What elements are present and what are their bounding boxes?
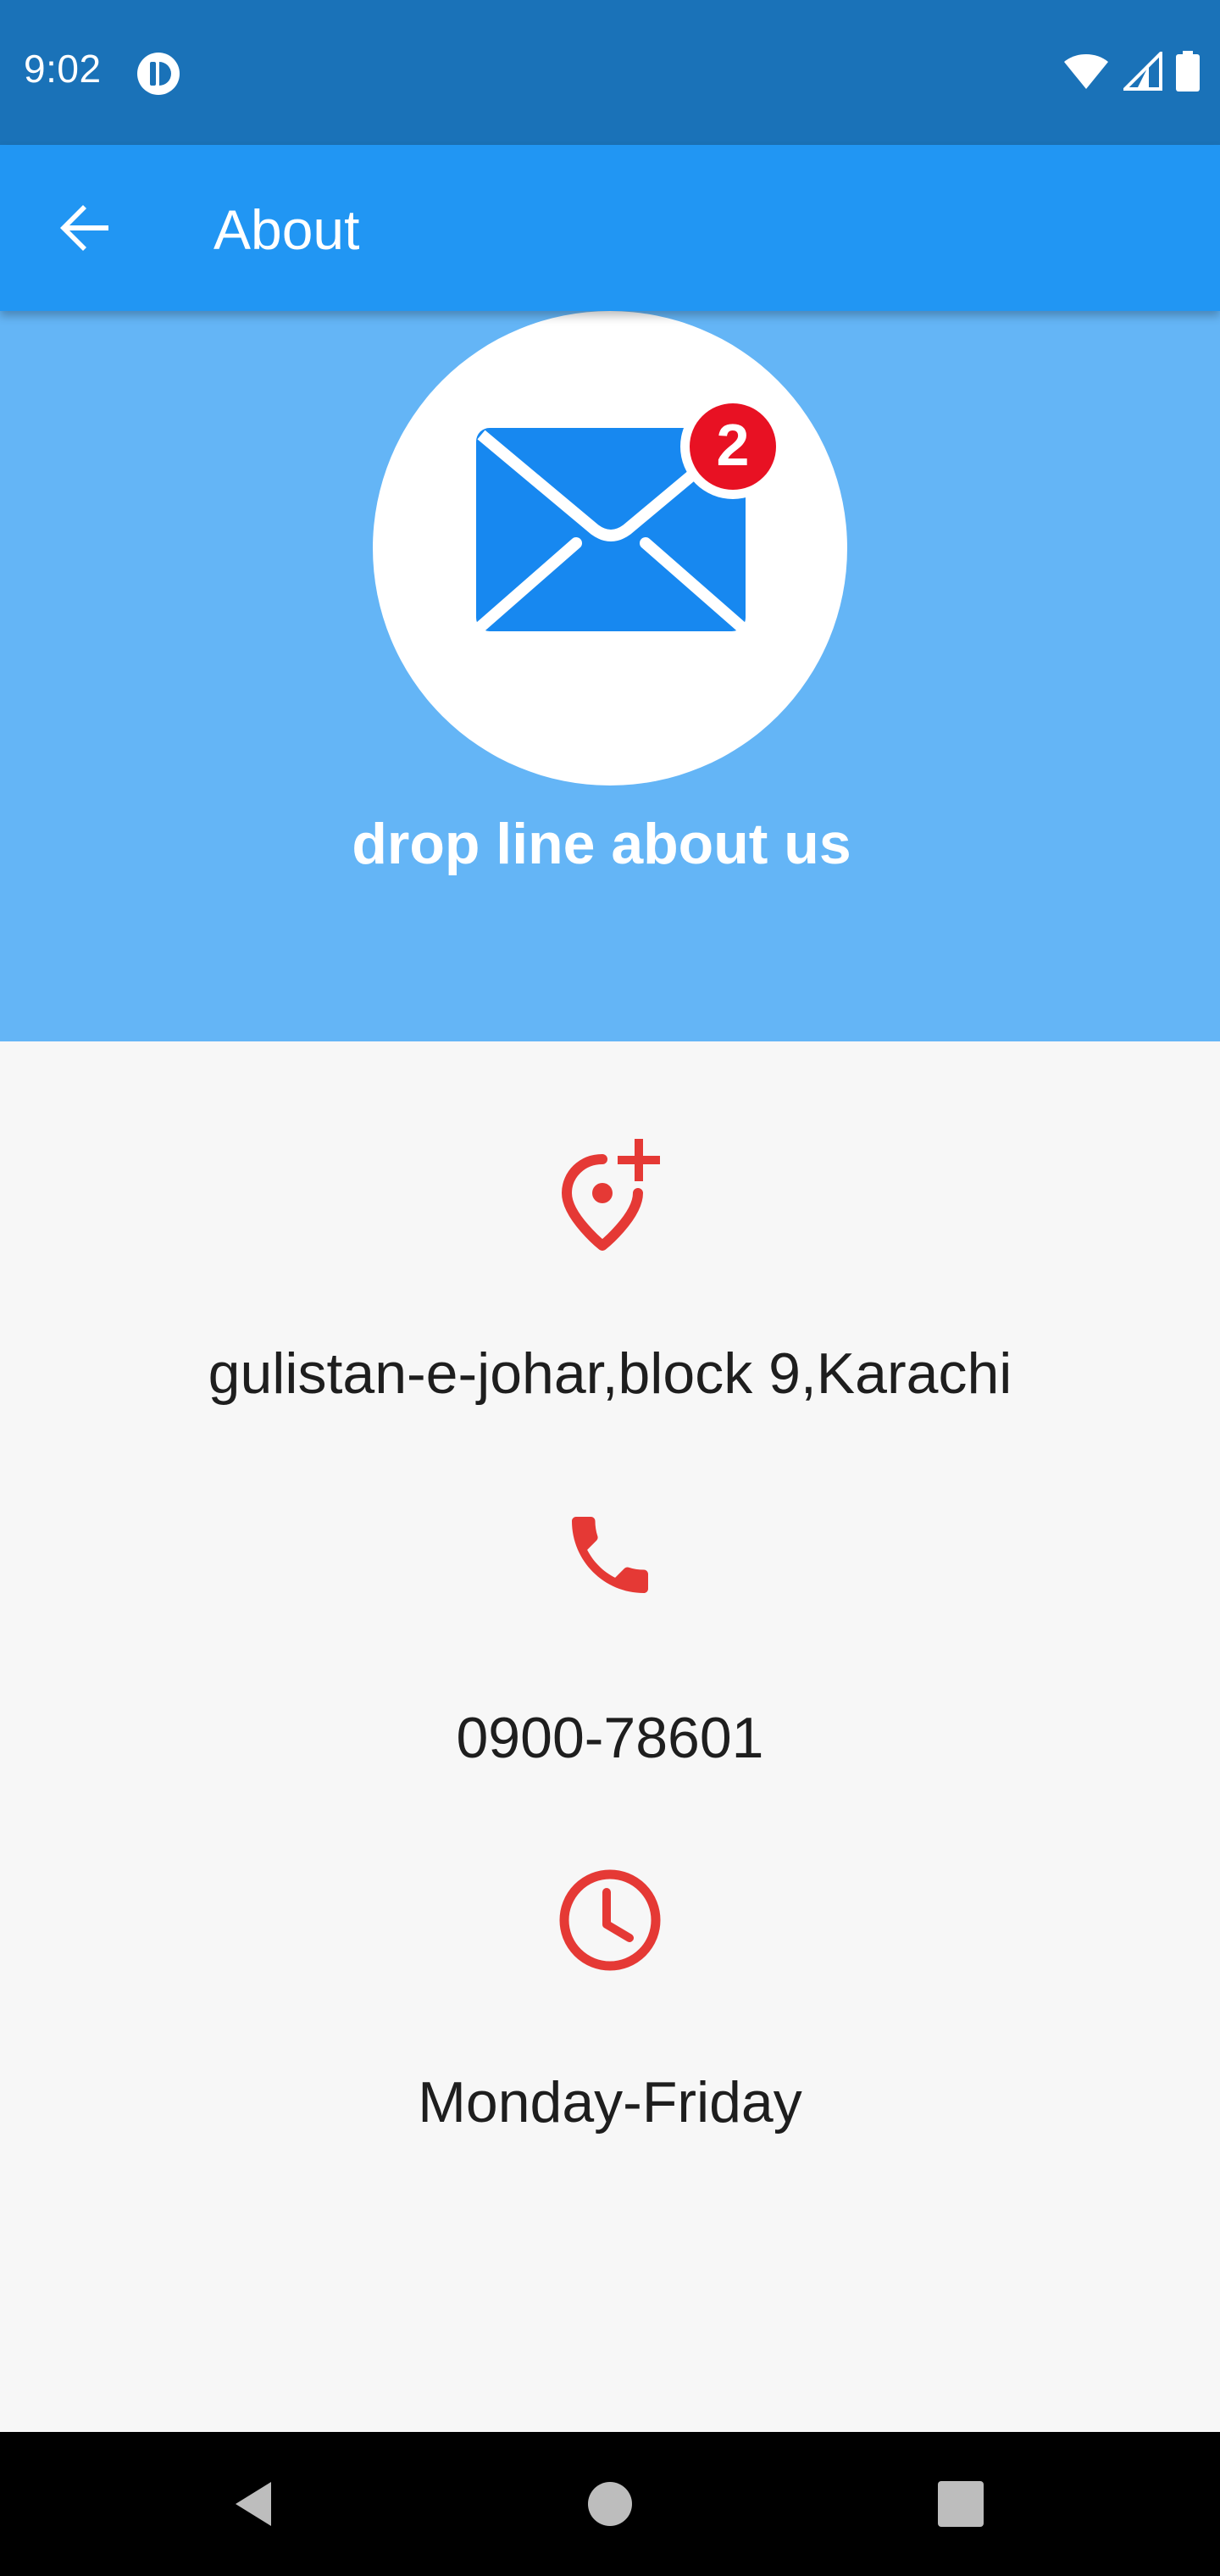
home-circle-icon: [588, 2482, 632, 2526]
status-icons: [1062, 48, 1200, 96]
about-screen: 9:02 About 2 drop line about us gulistan…: [0, 0, 1220, 2576]
app-bar: About: [0, 145, 1220, 311]
badge-count: 2: [716, 412, 750, 478]
battery-icon: [1176, 50, 1200, 96]
status-time: 9:02: [24, 47, 102, 91]
hours-text: Monday-Friday: [418, 2070, 802, 2135]
nav-back-button[interactable]: [212, 2462, 297, 2546]
back-triangle-icon: [236, 2482, 271, 2526]
header-caption: drop line about us: [352, 812, 851, 876]
recents-square-icon: [938, 2481, 984, 2527]
app-notification-icon: [136, 51, 181, 97]
add-location-icon: [542, 1127, 678, 1263]
nav-recents-button[interactable]: [918, 2462, 1003, 2546]
mail-icon: [475, 394, 785, 632]
clock-icon: [542, 1852, 678, 1988]
logo-avatar: 2: [373, 311, 847, 786]
status-bar: 9:02: [0, 0, 1220, 145]
back-button[interactable]: [44, 187, 125, 269]
header-banner: 2 drop line about us: [0, 311, 1220, 1041]
signal-icon: [1121, 48, 1162, 95]
nav-home-button[interactable]: [568, 2462, 652, 2546]
phone-text: 0900-78601: [456, 1706, 764, 1770]
system-nav-bar: [0, 2432, 1220, 2576]
wifi-icon: [1062, 52, 1110, 95]
address-text: gulistan-e-johar,block 9,Karachi: [208, 1341, 1012, 1406]
phone-icon[interactable]: [542, 1487, 678, 1623]
page-title: About: [214, 198, 360, 261]
arrow-back-icon: [60, 205, 108, 251]
